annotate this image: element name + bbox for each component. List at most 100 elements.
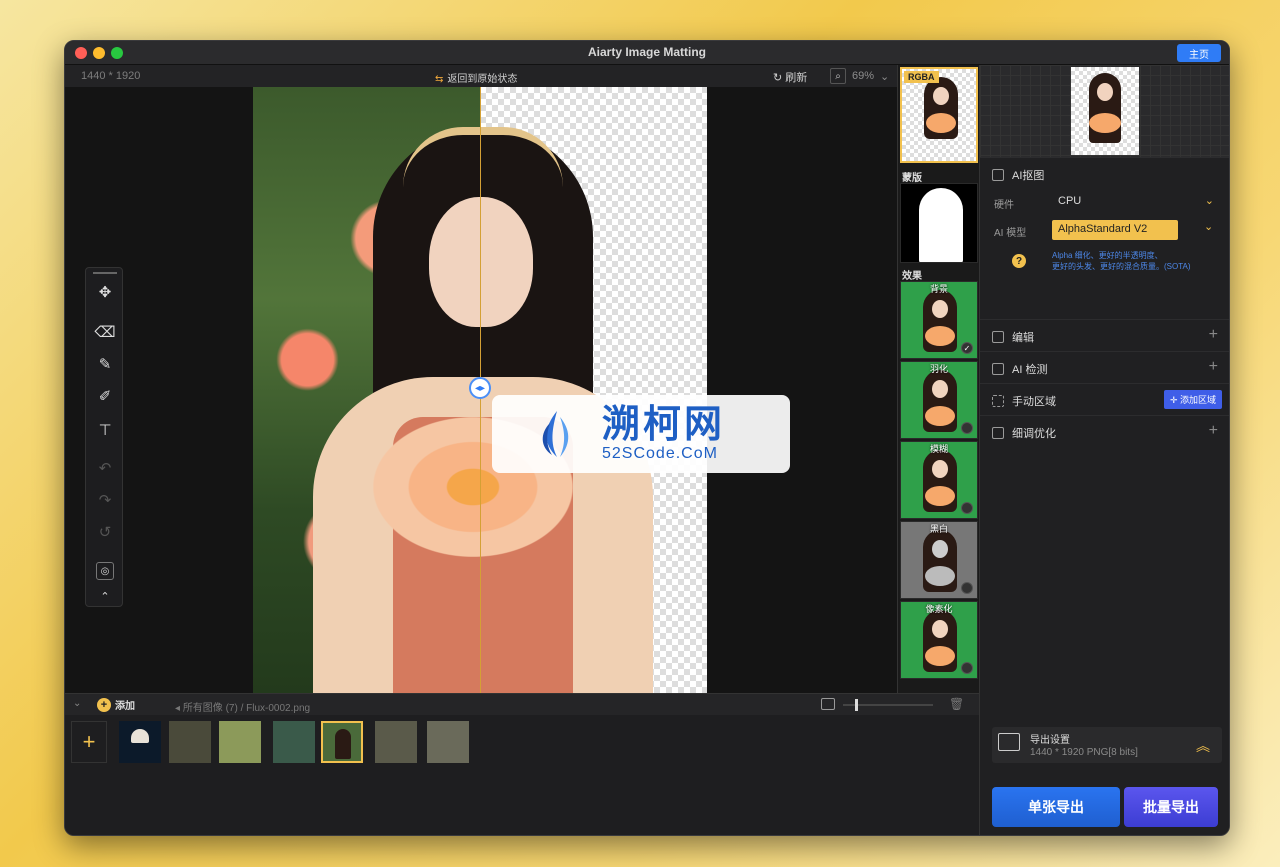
layer-strip: RGBA 蒙版 效果 背景 ✓ 羽化 模糊 黑白 像素化 (897, 65, 979, 693)
thumb-face (932, 540, 948, 558)
eraser-tool-icon[interactable]: ⌫ (93, 320, 117, 344)
palette-drag-bar[interactable] (93, 272, 117, 274)
redo-icon[interactable]: ↷ (93, 488, 117, 512)
collapse-up-icon[interactable]: ⌃ (93, 584, 117, 608)
thumb-face (932, 620, 948, 638)
app-window: Aiarty Image Matting 主页 1440 * 1920 ⇆ 返回到… (64, 40, 1230, 836)
subject-face (429, 197, 533, 327)
thumb-flower (925, 406, 955, 426)
reset-button[interactable]: ⇆ 返回到原始状态 (435, 70, 517, 85)
thumb-shape (131, 729, 149, 743)
slider-knob[interactable] (855, 699, 858, 711)
brush-tool-icon[interactable]: ✐ (93, 384, 117, 408)
effect-thumb-grayscale[interactable]: 黑白 (900, 521, 978, 599)
model-desc-line-1: Alpha 细化、更好的半透明度、 (1052, 251, 1163, 260)
add-region-button[interactable]: ✛ 添加区域 (1163, 390, 1222, 409)
chevron-down-icon[interactable]: ⌄ (1204, 220, 1213, 233)
batch-export-button[interactable]: 批量导出 (1124, 787, 1218, 827)
effect-label: 模糊 (929, 444, 948, 454)
preview-face (1097, 83, 1113, 101)
gallery-thumb-4[interactable] (273, 721, 315, 763)
add-label: 添加 (115, 701, 135, 712)
gallery-thumb-2[interactable] (169, 721, 211, 763)
paint-roller-icon[interactable]: ⊤ (93, 418, 117, 442)
mask-thumb[interactable] (900, 183, 978, 263)
effect-thumb-blur[interactable]: 模糊 (900, 441, 978, 519)
undo-icon[interactable]: ↶ (93, 456, 117, 480)
frame-icon[interactable]: ◎ (96, 562, 114, 580)
rgba-thumb[interactable]: RGBA (900, 67, 978, 163)
add-image-button[interactable]: + 添加 (97, 697, 135, 712)
toggle-dot-icon (961, 662, 973, 674)
thumb-face (932, 460, 948, 478)
reset-tool-icon[interactable]: ↺ (93, 520, 117, 544)
plus-circle-icon: + (97, 697, 111, 712)
title-bar: Aiarty Image Matting 主页 (65, 41, 1229, 65)
collapse-down-icon[interactable]: ⌄ (73, 698, 81, 709)
single-export-button[interactable]: 单张导出 (992, 787, 1120, 827)
pen-tool-icon[interactable]: ✎ (93, 352, 117, 376)
monitor-gear-icon (998, 733, 1020, 751)
magnifier-icon[interactable]: ⌕ (830, 68, 846, 84)
export-title: 导出设置 (1030, 735, 1070, 746)
effects-label: 效果 (902, 271, 922, 282)
hardware-value: CPU (1058, 195, 1082, 207)
gallery-add-button[interactable]: + (71, 721, 107, 763)
export-settings[interactable]: 导出设置 1440 * 1920 PNG[8 bits] ︽ (992, 727, 1222, 763)
gallery-thumb-selected[interactable] (321, 721, 363, 763)
zoom-control[interactable]: ⌕ 69% ⌄ (830, 68, 889, 84)
watermark-overlay: 溯柯网 52SCode.CoM (492, 395, 790, 473)
back-arrow-icon[interactable]: ◂ (175, 703, 183, 714)
effect-thumb-background[interactable]: 背景 ✓ (900, 281, 978, 359)
fine-tune-section[interactable]: 细调优化 + (980, 415, 1229, 447)
breadcrumb: ◂ 所有图像 (7) / Flux-0002.png (175, 699, 310, 714)
move-tool-icon[interactable]: ✥ (93, 280, 117, 304)
gallery-toolbar: ⌄ + 添加 ◂ 所有图像 (7) / Flux-0002.png 🗑 (65, 693, 979, 715)
toggle-dot-icon (961, 422, 973, 434)
gallery-thumb-jellyfish[interactable] (119, 721, 161, 763)
expand-plus-icon[interactable]: + (1209, 326, 1218, 344)
hardware-select[interactable]: CPU ⌄ (1052, 192, 1220, 212)
gallery-thumb-6[interactable] (375, 721, 417, 763)
watermark-cn: 溯柯网 (602, 404, 726, 446)
refresh-icon: ↻ (773, 72, 786, 84)
watermark-en: 52SCode.CoM (602, 445, 718, 462)
thumbnail-size-slider[interactable] (821, 698, 941, 712)
help-icon[interactable]: ? (1012, 254, 1026, 268)
effect-thumb-pixelate[interactable]: 像素化 (900, 601, 978, 679)
thumb-flower (926, 113, 956, 133)
tune-icon (992, 427, 1004, 439)
image-canvas[interactable]: ◂▸ ✥ ⌫ ✎ ✐ ⊤ ↶ ↷ ↺ ◎ ⌃ 溯柯网 52SCode.CoM (65, 87, 897, 693)
manual-region-section[interactable]: 手动区域 ✛ 添加区域 (980, 383, 1229, 415)
ai-matting-section: AI抠图 硬件 CPU ⌄ AI 模型 AlphaStandard V2 ⌄ ?… (980, 157, 1229, 279)
gallery-thumb-7[interactable] (427, 721, 469, 763)
thumb-flower (925, 566, 955, 586)
image-size-icon (821, 698, 835, 710)
photo-preview: ◂▸ (253, 87, 707, 693)
watermark-logo-icon (542, 411, 569, 457)
trash-icon[interactable]: 🗑 (949, 697, 964, 711)
expand-plus-icon[interactable]: + (1209, 422, 1218, 440)
refresh-button[interactable]: ↻ 刷新 (773, 69, 807, 85)
gallery-thumb-bicycle[interactable] (219, 721, 261, 763)
ai-matting-header[interactable]: AI抠图 (992, 167, 1044, 183)
reset-label: 返回到原始状态 (447, 74, 518, 85)
chevron-up-icon[interactable]: ︽ (1196, 736, 1210, 756)
thumb-flower (925, 486, 955, 506)
edit-header: 编辑 (992, 329, 1034, 345)
ai-detect-section[interactable]: AI 检测 + (980, 351, 1229, 383)
effect-label: 羽化 (929, 364, 948, 374)
thumb-flower (925, 646, 955, 666)
edit-section[interactable]: 编辑 + (980, 319, 1229, 351)
tool-palette: ✥ ⌫ ✎ ✐ ⊤ ↶ ↷ ↺ ◎ ⌃ (85, 267, 123, 607)
ai-detect-header: AI 检测 (992, 361, 1047, 377)
ai-scan-icon (992, 363, 1004, 375)
compare-handle-icon[interactable]: ◂▸ (469, 377, 491, 399)
expand-plus-icon[interactable]: + (1209, 358, 1218, 376)
model-select[interactable]: AlphaStandard V2 (1052, 220, 1178, 240)
toggle-dot-icon (961, 502, 973, 514)
home-button[interactable]: 主页 (1177, 44, 1221, 62)
effect-thumb-feather[interactable]: 羽化 (900, 361, 978, 439)
image-gallery: + (65, 715, 979, 835)
model-desc-line-2: 更好的头发、更好的混合质量。(SOTA) (1052, 262, 1191, 271)
